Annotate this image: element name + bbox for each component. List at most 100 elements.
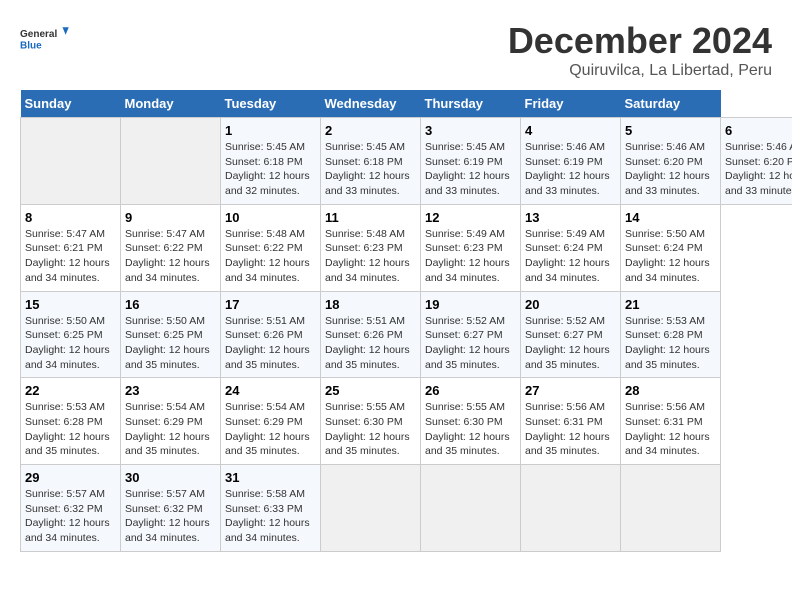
- header: General Blue December 2024 Quiruvilca, L…: [20, 20, 772, 80]
- calendar-cell: [321, 465, 421, 552]
- calendar-cell: [21, 118, 121, 205]
- day-number: 24: [225, 383, 316, 398]
- header-cell-monday: Monday: [121, 90, 221, 118]
- calendar-cell: 12 Sunrise: 5:49 AMSunset: 6:23 PMDaylig…: [421, 204, 521, 291]
- day-number: 19: [425, 297, 516, 312]
- day-number: 1: [225, 123, 316, 138]
- day-info: Sunrise: 5:49 AMSunset: 6:24 PMDaylight:…: [525, 228, 610, 284]
- calendar-cell: 25 Sunrise: 5:55 AMSunset: 6:30 PMDaylig…: [321, 378, 421, 465]
- calendar-cell: 11 Sunrise: 5:48 AMSunset: 6:23 PMDaylig…: [321, 204, 421, 291]
- day-number: 8: [25, 210, 116, 225]
- calendar-cell: 8 Sunrise: 5:47 AMSunset: 6:21 PMDayligh…: [21, 204, 121, 291]
- calendar-table: SundayMondayTuesdayWednesdayThursdayFrid…: [20, 90, 792, 552]
- calendar-cell: 24 Sunrise: 5:54 AMSunset: 6:29 PMDaylig…: [221, 378, 321, 465]
- week-row-2: 8 Sunrise: 5:47 AMSunset: 6:21 PMDayligh…: [21, 204, 792, 291]
- day-info: Sunrise: 5:51 AMSunset: 6:26 PMDaylight:…: [225, 315, 310, 371]
- day-info: Sunrise: 5:48 AMSunset: 6:23 PMDaylight:…: [325, 228, 410, 284]
- day-number: 25: [325, 383, 416, 398]
- calendar-cell: 9 Sunrise: 5:47 AMSunset: 6:22 PMDayligh…: [121, 204, 221, 291]
- day-number: 10: [225, 210, 316, 225]
- logo-svg: General Blue: [20, 20, 70, 60]
- calendar-cell: 19 Sunrise: 5:52 AMSunset: 6:27 PMDaylig…: [421, 291, 521, 378]
- day-number: 17: [225, 297, 316, 312]
- day-number: 26: [425, 383, 516, 398]
- day-info: Sunrise: 5:51 AMSunset: 6:26 PMDaylight:…: [325, 315, 410, 371]
- week-row-1: 1 Sunrise: 5:45 AMSunset: 6:18 PMDayligh…: [21, 118, 792, 205]
- day-number: 14: [625, 210, 716, 225]
- day-number: 23: [125, 383, 216, 398]
- day-number: 28: [625, 383, 716, 398]
- day-number: 15: [25, 297, 116, 312]
- day-number: 13: [525, 210, 616, 225]
- day-number: 5: [625, 123, 716, 138]
- day-number: 18: [325, 297, 416, 312]
- calendar-cell: 17 Sunrise: 5:51 AMSunset: 6:26 PMDaylig…: [221, 291, 321, 378]
- calendar-cell: 27 Sunrise: 5:56 AMSunset: 6:31 PMDaylig…: [521, 378, 621, 465]
- header-cell-thursday: Thursday: [421, 90, 521, 118]
- calendar-cell: 2 Sunrise: 5:45 AMSunset: 6:18 PMDayligh…: [321, 118, 421, 205]
- day-info: Sunrise: 5:58 AMSunset: 6:33 PMDaylight:…: [225, 488, 310, 544]
- day-info: Sunrise: 5:47 AMSunset: 6:22 PMDaylight:…: [125, 228, 210, 284]
- day-info: Sunrise: 5:52 AMSunset: 6:27 PMDaylight:…: [425, 315, 510, 371]
- day-info: Sunrise: 5:46 AMSunset: 6:20 PMDaylight:…: [725, 141, 792, 197]
- calendar-cell: 6 Sunrise: 5:46 AMSunset: 6:20 PMDayligh…: [721, 118, 792, 205]
- calendar-cell: [621, 465, 721, 552]
- day-info: Sunrise: 5:57 AMSunset: 6:32 PMDaylight:…: [125, 488, 210, 544]
- day-info: Sunrise: 5:54 AMSunset: 6:29 PMDaylight:…: [125, 401, 210, 457]
- day-number: 3: [425, 123, 516, 138]
- day-info: Sunrise: 5:45 AMSunset: 6:19 PMDaylight:…: [425, 141, 510, 197]
- day-info: Sunrise: 5:46 AMSunset: 6:19 PMDaylight:…: [525, 141, 610, 197]
- day-info: Sunrise: 5:55 AMSunset: 6:30 PMDaylight:…: [325, 401, 410, 457]
- day-info: Sunrise: 5:50 AMSunset: 6:24 PMDaylight:…: [625, 228, 710, 284]
- day-number: 12: [425, 210, 516, 225]
- day-number: 11: [325, 210, 416, 225]
- day-info: Sunrise: 5:53 AMSunset: 6:28 PMDaylight:…: [25, 401, 110, 457]
- header-cell-wednesday: Wednesday: [321, 90, 421, 118]
- calendar-cell: 16 Sunrise: 5:50 AMSunset: 6:25 PMDaylig…: [121, 291, 221, 378]
- day-info: Sunrise: 5:47 AMSunset: 6:21 PMDaylight:…: [25, 228, 110, 284]
- day-info: Sunrise: 5:46 AMSunset: 6:20 PMDaylight:…: [625, 141, 710, 197]
- day-info: Sunrise: 5:48 AMSunset: 6:22 PMDaylight:…: [225, 228, 310, 284]
- day-info: Sunrise: 5:57 AMSunset: 6:32 PMDaylight:…: [25, 488, 110, 544]
- day-info: Sunrise: 5:54 AMSunset: 6:29 PMDaylight:…: [225, 401, 310, 457]
- day-number: 16: [125, 297, 216, 312]
- calendar-cell: 29 Sunrise: 5:57 AMSunset: 6:32 PMDaylig…: [21, 465, 121, 552]
- calendar-cell: 1 Sunrise: 5:45 AMSunset: 6:18 PMDayligh…: [221, 118, 321, 205]
- calendar-cell: 30 Sunrise: 5:57 AMSunset: 6:32 PMDaylig…: [121, 465, 221, 552]
- week-row-5: 29 Sunrise: 5:57 AMSunset: 6:32 PMDaylig…: [21, 465, 792, 552]
- day-number: 31: [225, 470, 316, 485]
- day-info: Sunrise: 5:45 AMSunset: 6:18 PMDaylight:…: [225, 141, 310, 197]
- header-cell-sunday: Sunday: [21, 90, 121, 118]
- logo: General Blue: [20, 20, 70, 60]
- week-row-3: 15 Sunrise: 5:50 AMSunset: 6:25 PMDaylig…: [21, 291, 792, 378]
- day-info: Sunrise: 5:53 AMSunset: 6:28 PMDaylight:…: [625, 315, 710, 371]
- day-number: 2: [325, 123, 416, 138]
- subtitle: Quiruvilca, La Libertad, Peru: [508, 62, 772, 80]
- header-cell-saturday: Saturday: [621, 90, 721, 118]
- calendar-cell: 18 Sunrise: 5:51 AMSunset: 6:26 PMDaylig…: [321, 291, 421, 378]
- day-info: Sunrise: 5:45 AMSunset: 6:18 PMDaylight:…: [325, 141, 410, 197]
- calendar-cell: 4 Sunrise: 5:46 AMSunset: 6:19 PMDayligh…: [521, 118, 621, 205]
- day-number: 6: [725, 123, 792, 138]
- calendar-cell: 3 Sunrise: 5:45 AMSunset: 6:19 PMDayligh…: [421, 118, 521, 205]
- calendar-cell: 21 Sunrise: 5:53 AMSunset: 6:28 PMDaylig…: [621, 291, 721, 378]
- day-number: 27: [525, 383, 616, 398]
- day-info: Sunrise: 5:49 AMSunset: 6:23 PMDaylight:…: [425, 228, 510, 284]
- calendar-cell: 22 Sunrise: 5:53 AMSunset: 6:28 PMDaylig…: [21, 378, 121, 465]
- day-info: Sunrise: 5:55 AMSunset: 6:30 PMDaylight:…: [425, 401, 510, 457]
- day-number: 21: [625, 297, 716, 312]
- day-info: Sunrise: 5:56 AMSunset: 6:31 PMDaylight:…: [525, 401, 610, 457]
- calendar-cell: 28 Sunrise: 5:56 AMSunset: 6:31 PMDaylig…: [621, 378, 721, 465]
- day-number: 29: [25, 470, 116, 485]
- calendar-cell: 13 Sunrise: 5:49 AMSunset: 6:24 PMDaylig…: [521, 204, 621, 291]
- title-area: December 2024 Quiruvilca, La Libertad, P…: [508, 20, 772, 80]
- calendar-cell: 15 Sunrise: 5:50 AMSunset: 6:25 PMDaylig…: [21, 291, 121, 378]
- svg-text:Blue: Blue: [20, 40, 42, 51]
- header-cell-friday: Friday: [521, 90, 621, 118]
- calendar-cell: 20 Sunrise: 5:52 AMSunset: 6:27 PMDaylig…: [521, 291, 621, 378]
- week-row-4: 22 Sunrise: 5:53 AMSunset: 6:28 PMDaylig…: [21, 378, 792, 465]
- header-cell-tuesday: Tuesday: [221, 90, 321, 118]
- calendar-cell: [421, 465, 521, 552]
- calendar-cell: 14 Sunrise: 5:50 AMSunset: 6:24 PMDaylig…: [621, 204, 721, 291]
- day-info: Sunrise: 5:52 AMSunset: 6:27 PMDaylight:…: [525, 315, 610, 371]
